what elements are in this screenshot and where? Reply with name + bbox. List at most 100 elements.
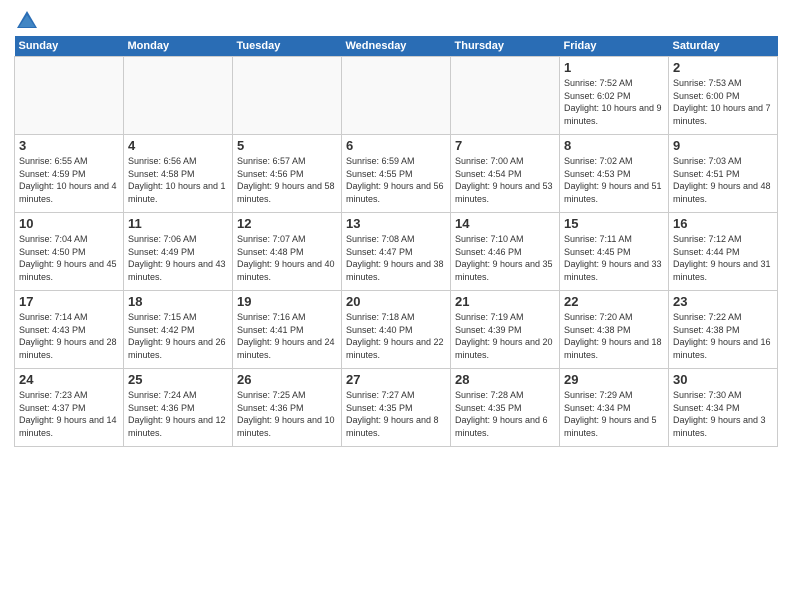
day-number: 25	[128, 372, 228, 387]
day-number: 27	[346, 372, 446, 387]
dow-wednesday: Wednesday	[342, 36, 451, 57]
day-number: 21	[455, 294, 555, 309]
day-number: 11	[128, 216, 228, 231]
day-number: 13	[346, 216, 446, 231]
day-cell	[124, 57, 233, 135]
day-cell: 9Sunrise: 7:03 AM Sunset: 4:51 PM Daylig…	[669, 135, 778, 213]
logo-general	[14, 10, 40, 30]
dow-tuesday: Tuesday	[233, 36, 342, 57]
day-info: Sunrise: 7:14 AM Sunset: 4:43 PM Dayligh…	[19, 311, 119, 361]
week-row-3: 17 Sunrise: 7:14 AM Sunset: 4:43 PM Dayli…	[15, 291, 778, 369]
day-cell: 22 Sunrise: 7:20 AM Sunset: 4:38 PM Dayli…	[560, 291, 669, 369]
day-of-week-header: SundayMondayTuesdayWednesdayThursdayFrid…	[15, 36, 778, 57]
day-number: 3	[19, 138, 119, 153]
day-info: Sunrise: 7:53 AM Sunset: 6:00 PM Dayligh…	[673, 77, 773, 127]
day-info: Sunrise: 7:08 AM Sunset: 4:47 PM Dayligh…	[346, 233, 446, 283]
day-cell: 15 Sunrise: 7:11 AM Sunset: 4:45 PM Dayli…	[560, 213, 669, 291]
day-cell	[451, 57, 560, 135]
day-info: Sunrise: 7:30 AM Sunset: 4:34 PM Dayligh…	[673, 389, 773, 439]
day-number: 4	[128, 138, 228, 153]
day-number: 1	[564, 60, 664, 75]
day-number: 24	[19, 372, 119, 387]
day-cell: 28 Sunrise: 7:28 AM Sunset: 4:35 PM Dayli…	[451, 369, 560, 447]
day-cell: 14Sunrise: 7:10 AM Sunset: 4:46 PM Dayli…	[451, 213, 560, 291]
day-info: Sunrise: 7:19 AM Sunset: 4:39 PM Dayligh…	[455, 311, 555, 361]
day-info: Sunrise: 6:55 AM Sunset: 4:59 PM Dayligh…	[19, 155, 119, 205]
day-info: Sunrise: 7:15 AM Sunset: 4:42 PM Dayligh…	[128, 311, 228, 361]
day-number: 5	[237, 138, 337, 153]
day-info: Sunrise: 7:07 AM Sunset: 4:48 PM Dayligh…	[237, 233, 337, 283]
day-cell: 5 Sunrise: 6:57 AM Sunset: 4:56 PM Daylig…	[233, 135, 342, 213]
day-info: Sunrise: 7:16 AM Sunset: 4:41 PM Dayligh…	[237, 311, 337, 361]
day-number: 30	[673, 372, 773, 387]
day-info: Sunrise: 7:23 AM Sunset: 4:37 PM Dayligh…	[19, 389, 119, 439]
dow-friday: Friday	[560, 36, 669, 57]
day-cell: 13 Sunrise: 7:08 AM Sunset: 4:47 PM Dayli…	[342, 213, 451, 291]
day-number: 26	[237, 372, 337, 387]
day-info: Sunrise: 7:28 AM Sunset: 4:35 PM Dayligh…	[455, 389, 555, 439]
day-info: Sunrise: 7:24 AM Sunset: 4:36 PM Dayligh…	[128, 389, 228, 439]
day-cell: 11 Sunrise: 7:06 AM Sunset: 4:49 PM Dayli…	[124, 213, 233, 291]
day-info: Sunrise: 6:59 AM Sunset: 4:55 PM Dayligh…	[346, 155, 446, 205]
day-cell: 30 Sunrise: 7:30 AM Sunset: 4:34 PM Dayli…	[669, 369, 778, 447]
day-cell: 20 Sunrise: 7:18 AM Sunset: 4:40 PM Dayli…	[342, 291, 451, 369]
day-cell: 4 Sunrise: 6:56 AM Sunset: 4:58 PM Daylig…	[124, 135, 233, 213]
day-number: 17	[19, 294, 119, 309]
day-number: 9	[673, 138, 773, 153]
day-cell: 3 Sunrise: 6:55 AM Sunset: 4:59 PM Daylig…	[15, 135, 124, 213]
day-info: Sunrise: 7:12 AM Sunset: 4:44 PM Dayligh…	[673, 233, 773, 283]
logo	[14, 10, 40, 30]
day-info: Sunrise: 6:56 AM Sunset: 4:58 PM Dayligh…	[128, 155, 228, 205]
header-row	[14, 10, 778, 30]
day-number: 18	[128, 294, 228, 309]
day-number: 19	[237, 294, 337, 309]
day-cell	[233, 57, 342, 135]
day-number: 22	[564, 294, 664, 309]
day-number: 20	[346, 294, 446, 309]
day-cell: 21 Sunrise: 7:19 AM Sunset: 4:39 PM Dayli…	[451, 291, 560, 369]
week-row-1: 3 Sunrise: 6:55 AM Sunset: 4:59 PM Daylig…	[15, 135, 778, 213]
day-number: 29	[564, 372, 664, 387]
calendar-table: SundayMondayTuesdayWednesdayThursdayFrid…	[14, 36, 778, 447]
day-cell: 17 Sunrise: 7:14 AM Sunset: 4:43 PM Dayli…	[15, 291, 124, 369]
day-info: Sunrise: 7:20 AM Sunset: 4:38 PM Dayligh…	[564, 311, 664, 361]
day-info: Sunrise: 7:11 AM Sunset: 4:45 PM Dayligh…	[564, 233, 664, 283]
logo-icon	[16, 10, 38, 30]
day-number: 10	[19, 216, 119, 231]
day-info: Sunrise: 7:02 AM Sunset: 4:53 PM Dayligh…	[564, 155, 664, 205]
day-cell: 12 Sunrise: 7:07 AM Sunset: 4:48 PM Dayli…	[233, 213, 342, 291]
day-cell: 26Sunrise: 7:25 AM Sunset: 4:36 PM Dayli…	[233, 369, 342, 447]
week-row-2: 10 Sunrise: 7:04 AM Sunset: 4:50 PM Dayli…	[15, 213, 778, 291]
dow-thursday: Thursday	[451, 36, 560, 57]
day-number: 23	[673, 294, 773, 309]
dow-saturday: Saturday	[669, 36, 778, 57]
day-cell: 10 Sunrise: 7:04 AM Sunset: 4:50 PM Dayli…	[15, 213, 124, 291]
day-cell	[15, 57, 124, 135]
day-info: Sunrise: 7:22 AM Sunset: 4:38 PM Dayligh…	[673, 311, 773, 361]
logo-text-block	[14, 10, 40, 30]
day-info: Sunrise: 7:04 AM Sunset: 4:50 PM Dayligh…	[19, 233, 119, 283]
week-row-0: 1Sunrise: 7:52 AM Sunset: 6:02 PM Daylig…	[15, 57, 778, 135]
dow-sunday: Sunday	[15, 36, 124, 57]
day-cell: 23 Sunrise: 7:22 AM Sunset: 4:38 PM Dayli…	[669, 291, 778, 369]
week-row-4: 24 Sunrise: 7:23 AM Sunset: 4:37 PM Dayli…	[15, 369, 778, 447]
day-info: Sunrise: 7:00 AM Sunset: 4:54 PM Dayligh…	[455, 155, 555, 205]
day-number: 15	[564, 216, 664, 231]
day-info: Sunrise: 7:18 AM Sunset: 4:40 PM Dayligh…	[346, 311, 446, 361]
day-number: 12	[237, 216, 337, 231]
day-cell: 1Sunrise: 7:52 AM Sunset: 6:02 PM Daylig…	[560, 57, 669, 135]
day-cell: 6Sunrise: 6:59 AM Sunset: 4:55 PM Daylig…	[342, 135, 451, 213]
main-container: SundayMondayTuesdayWednesdayThursdayFrid…	[0, 0, 792, 453]
day-number: 7	[455, 138, 555, 153]
dow-monday: Monday	[124, 36, 233, 57]
day-info: Sunrise: 6:57 AM Sunset: 4:56 PM Dayligh…	[237, 155, 337, 205]
day-info: Sunrise: 7:27 AM Sunset: 4:35 PM Dayligh…	[346, 389, 446, 439]
day-cell	[342, 57, 451, 135]
day-cell: 8Sunrise: 7:02 AM Sunset: 4:53 PM Daylig…	[560, 135, 669, 213]
day-number: 28	[455, 372, 555, 387]
day-cell: 27 Sunrise: 7:27 AM Sunset: 4:35 PM Dayli…	[342, 369, 451, 447]
calendar-body: 1Sunrise: 7:52 AM Sunset: 6:02 PM Daylig…	[15, 57, 778, 447]
day-info: Sunrise: 7:06 AM Sunset: 4:49 PM Dayligh…	[128, 233, 228, 283]
day-info: Sunrise: 7:29 AM Sunset: 4:34 PM Dayligh…	[564, 389, 664, 439]
day-cell: 2Sunrise: 7:53 AM Sunset: 6:00 PM Daylig…	[669, 57, 778, 135]
